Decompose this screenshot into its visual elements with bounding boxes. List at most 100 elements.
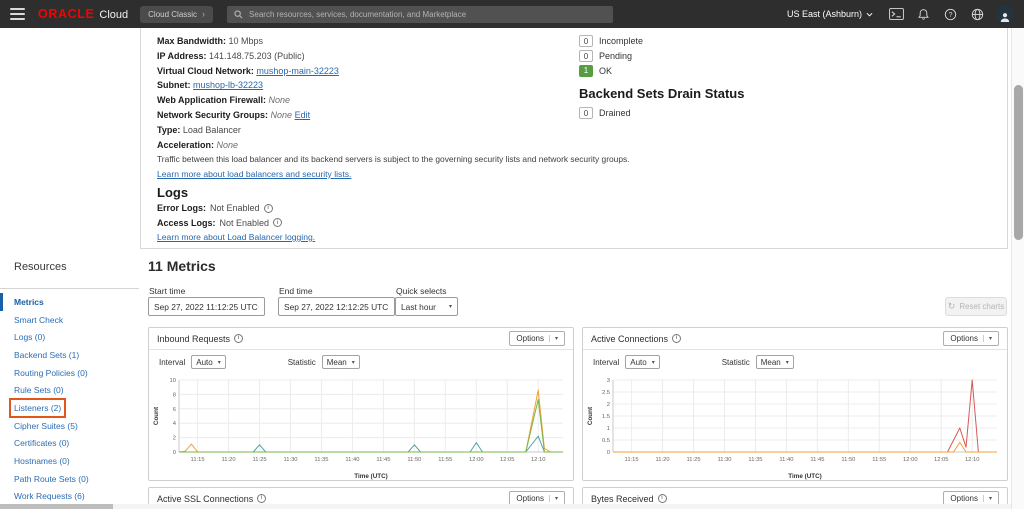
svg-text:2: 2 <box>173 436 176 442</box>
sidebar-item-certificates-0[interactable]: Certificates (0) <box>0 435 139 453</box>
field-label: IP Address: <box>157 51 207 61</box>
topbar: ORACLE Cloud Cloud Classic › Search reso… <box>0 0 1024 28</box>
status-count-badge: 0 <box>579 35 593 47</box>
sidebar-item-routing-policies-0[interactable]: Routing Policies (0) <box>0 364 139 382</box>
chart-plot: 024681011:1511:2011:2511:3011:3511:4011:… <box>149 374 573 480</box>
reset-charts-button[interactable]: ↻ Reset charts <box>945 297 1007 316</box>
field-label: Network Security Groups: <box>157 110 268 120</box>
region-label: US East (Ashburn) <box>787 9 862 19</box>
cloud-shell-icon[interactable] <box>887 5 906 24</box>
sidebar-item-cipher-suites-5[interactable]: Cipher Suites (5) <box>0 417 139 435</box>
series-orange <box>613 442 997 452</box>
svg-text:11:55: 11:55 <box>438 457 452 463</box>
oracle-wordmark: ORACLE <box>38 7 94 21</box>
horizontal-scrollbar[interactable] <box>0 504 1011 509</box>
sidebar-item-label: Hostnames (0) <box>14 456 70 466</box>
drain-status-list: 0Drained <box>579 106 744 121</box>
svg-text:Count: Count <box>153 406 160 425</box>
profile-avatar[interactable] <box>996 5 1014 23</box>
sidebar-item-logs-0[interactable]: Logs (0) <box>0 328 139 346</box>
field-label: Subnet: <box>157 80 191 90</box>
info-icon[interactable]: i <box>264 204 273 213</box>
sidebar-item-smart-check[interactable]: Smart Check <box>0 311 139 329</box>
svg-text:11:15: 11:15 <box>625 457 639 463</box>
svg-text:11:45: 11:45 <box>810 457 824 463</box>
end-time-value: Sep 27, 2022 12:12:25 UTC <box>284 302 388 312</box>
svg-text:11:25: 11:25 <box>252 457 266 463</box>
field-label: Virtual Cloud Network: <box>157 66 254 76</box>
sidebar-item-label: Routing Policies (0) <box>14 368 88 378</box>
chart-title: Active Connections i <box>591 334 681 344</box>
options-label: Options <box>950 334 978 343</box>
chevron-down-icon: ▾ <box>449 303 452 310</box>
horizontal-scrollbar-thumb[interactable] <box>0 504 113 509</box>
menu-icon[interactable] <box>10 8 25 20</box>
start-time-label: Start time <box>149 286 185 296</box>
vertical-scrollbar[interactable] <box>1011 28 1024 509</box>
notifications-bell-icon[interactable] <box>914 5 933 24</box>
info-icon[interactable]: i <box>257 494 266 503</box>
interval-value: Auto <box>196 358 212 367</box>
svg-text:1: 1 <box>607 426 610 432</box>
interval-select[interactable]: Auto▾ <box>191 355 225 369</box>
edit-link[interactable]: Edit <box>295 110 311 120</box>
end-time-input[interactable]: Sep 27, 2022 12:12:25 UTC <box>278 297 395 316</box>
metrics-heading: 11 Metrics <box>148 258 216 274</box>
interval-value: Auto <box>630 358 646 367</box>
svg-text:12:00: 12:00 <box>903 457 918 463</box>
info-icon[interactable]: i <box>672 334 681 343</box>
field-value-link[interactable]: mushop-main-32223 <box>256 66 339 76</box>
sidebar-item-work-requests-6[interactable]: Work Requests (6) <box>0 488 139 506</box>
help-icon[interactable]: ? <box>941 5 960 24</box>
quick-selects-value: Last hour <box>401 302 436 312</box>
chevron-down-icon: ▾ <box>983 335 992 342</box>
search-input[interactable]: Search resources, services, documentatio… <box>227 6 613 23</box>
vertical-scrollbar-thumb[interactable] <box>1014 85 1023 240</box>
reset-charts-label: Reset charts <box>959 302 1004 311</box>
sidebar-item-rule-sets-0[interactable]: Rule Sets (0) <box>0 381 139 399</box>
options-button[interactable]: Options ▾ <box>943 331 999 346</box>
sidebar-item-label: Cipher Suites (5) <box>14 421 78 431</box>
interval-label: Interval <box>593 358 619 367</box>
cloud-classic-button[interactable]: Cloud Classic › <box>140 6 213 23</box>
chevron-down-icon: ▾ <box>786 359 789 366</box>
sidebar-item-label: Listeners (2) <box>14 403 61 413</box>
calendar-icon <box>388 302 389 312</box>
sidebar-item-backend-sets-1[interactable]: Backend Sets (1) <box>0 346 139 364</box>
chevron-right-icon: › <box>202 9 205 19</box>
lb-logging-link[interactable]: Learn more about Load Balancer logging. <box>157 230 627 245</box>
search-icon <box>234 10 243 19</box>
statistic-select[interactable]: Mean▾ <box>322 355 360 369</box>
svg-text:10: 10 <box>170 378 176 384</box>
detail-field: Network Security Groups: None Edit <box>157 108 627 123</box>
svg-text:?: ? <box>949 11 953 18</box>
sidebar-item-path-route-sets-0[interactable]: Path Route Sets (0) <box>0 470 139 488</box>
chart-title-text: Active Connections <box>591 334 668 344</box>
region-selector[interactable]: US East (Ashburn) <box>787 9 873 19</box>
start-time-input[interactable]: Sep 27, 2022 11:12:25 UTC <box>148 297 265 316</box>
drain-status-heading: Backend Sets Drain Status <box>579 85 744 102</box>
svg-text:3: 3 <box>607 378 610 384</box>
end-time-label: End time <box>279 286 313 296</box>
field-value-link[interactable]: mushop-lb-32223 <box>193 80 263 90</box>
info-icon[interactable]: i <box>273 218 282 227</box>
sidebar-item-hostnames-0[interactable]: Hostnames (0) <box>0 452 139 470</box>
language-globe-icon[interactable] <box>968 5 987 24</box>
start-time-value: Sep 27, 2022 11:12:25 UTC <box>154 302 258 312</box>
sidebar-item-listeners-2[interactable]: Listeners (2) <box>0 399 139 417</box>
quick-selects-dropdown[interactable]: Last hour ▾ <box>395 297 458 316</box>
field-label: Acceleration: <box>157 140 214 150</box>
field-value: Not Enabled <box>220 216 270 230</box>
interval-select[interactable]: Auto▾ <box>625 355 659 369</box>
chart-plot: 00.511.522.5311:1511:2011:2511:3011:3511… <box>583 374 1007 480</box>
chart-title-text: Active SSL Connections <box>157 494 253 504</box>
options-button[interactable]: Options▾ <box>509 331 565 346</box>
statistic-select[interactable]: Mean▾ <box>756 355 794 369</box>
oracle-cloud-logo[interactable]: ORACLE Cloud <box>38 7 128 21</box>
svg-text:12:10: 12:10 <box>531 457 546 463</box>
info-icon[interactable]: i <box>234 334 243 343</box>
info-icon[interactable]: i <box>658 494 667 503</box>
sidebar-item-metrics[interactable]: Metrics <box>0 293 139 311</box>
svg-text:11:20: 11:20 <box>656 457 670 463</box>
learn-security-link[interactable]: Learn more about load balancers and secu… <box>157 167 627 182</box>
